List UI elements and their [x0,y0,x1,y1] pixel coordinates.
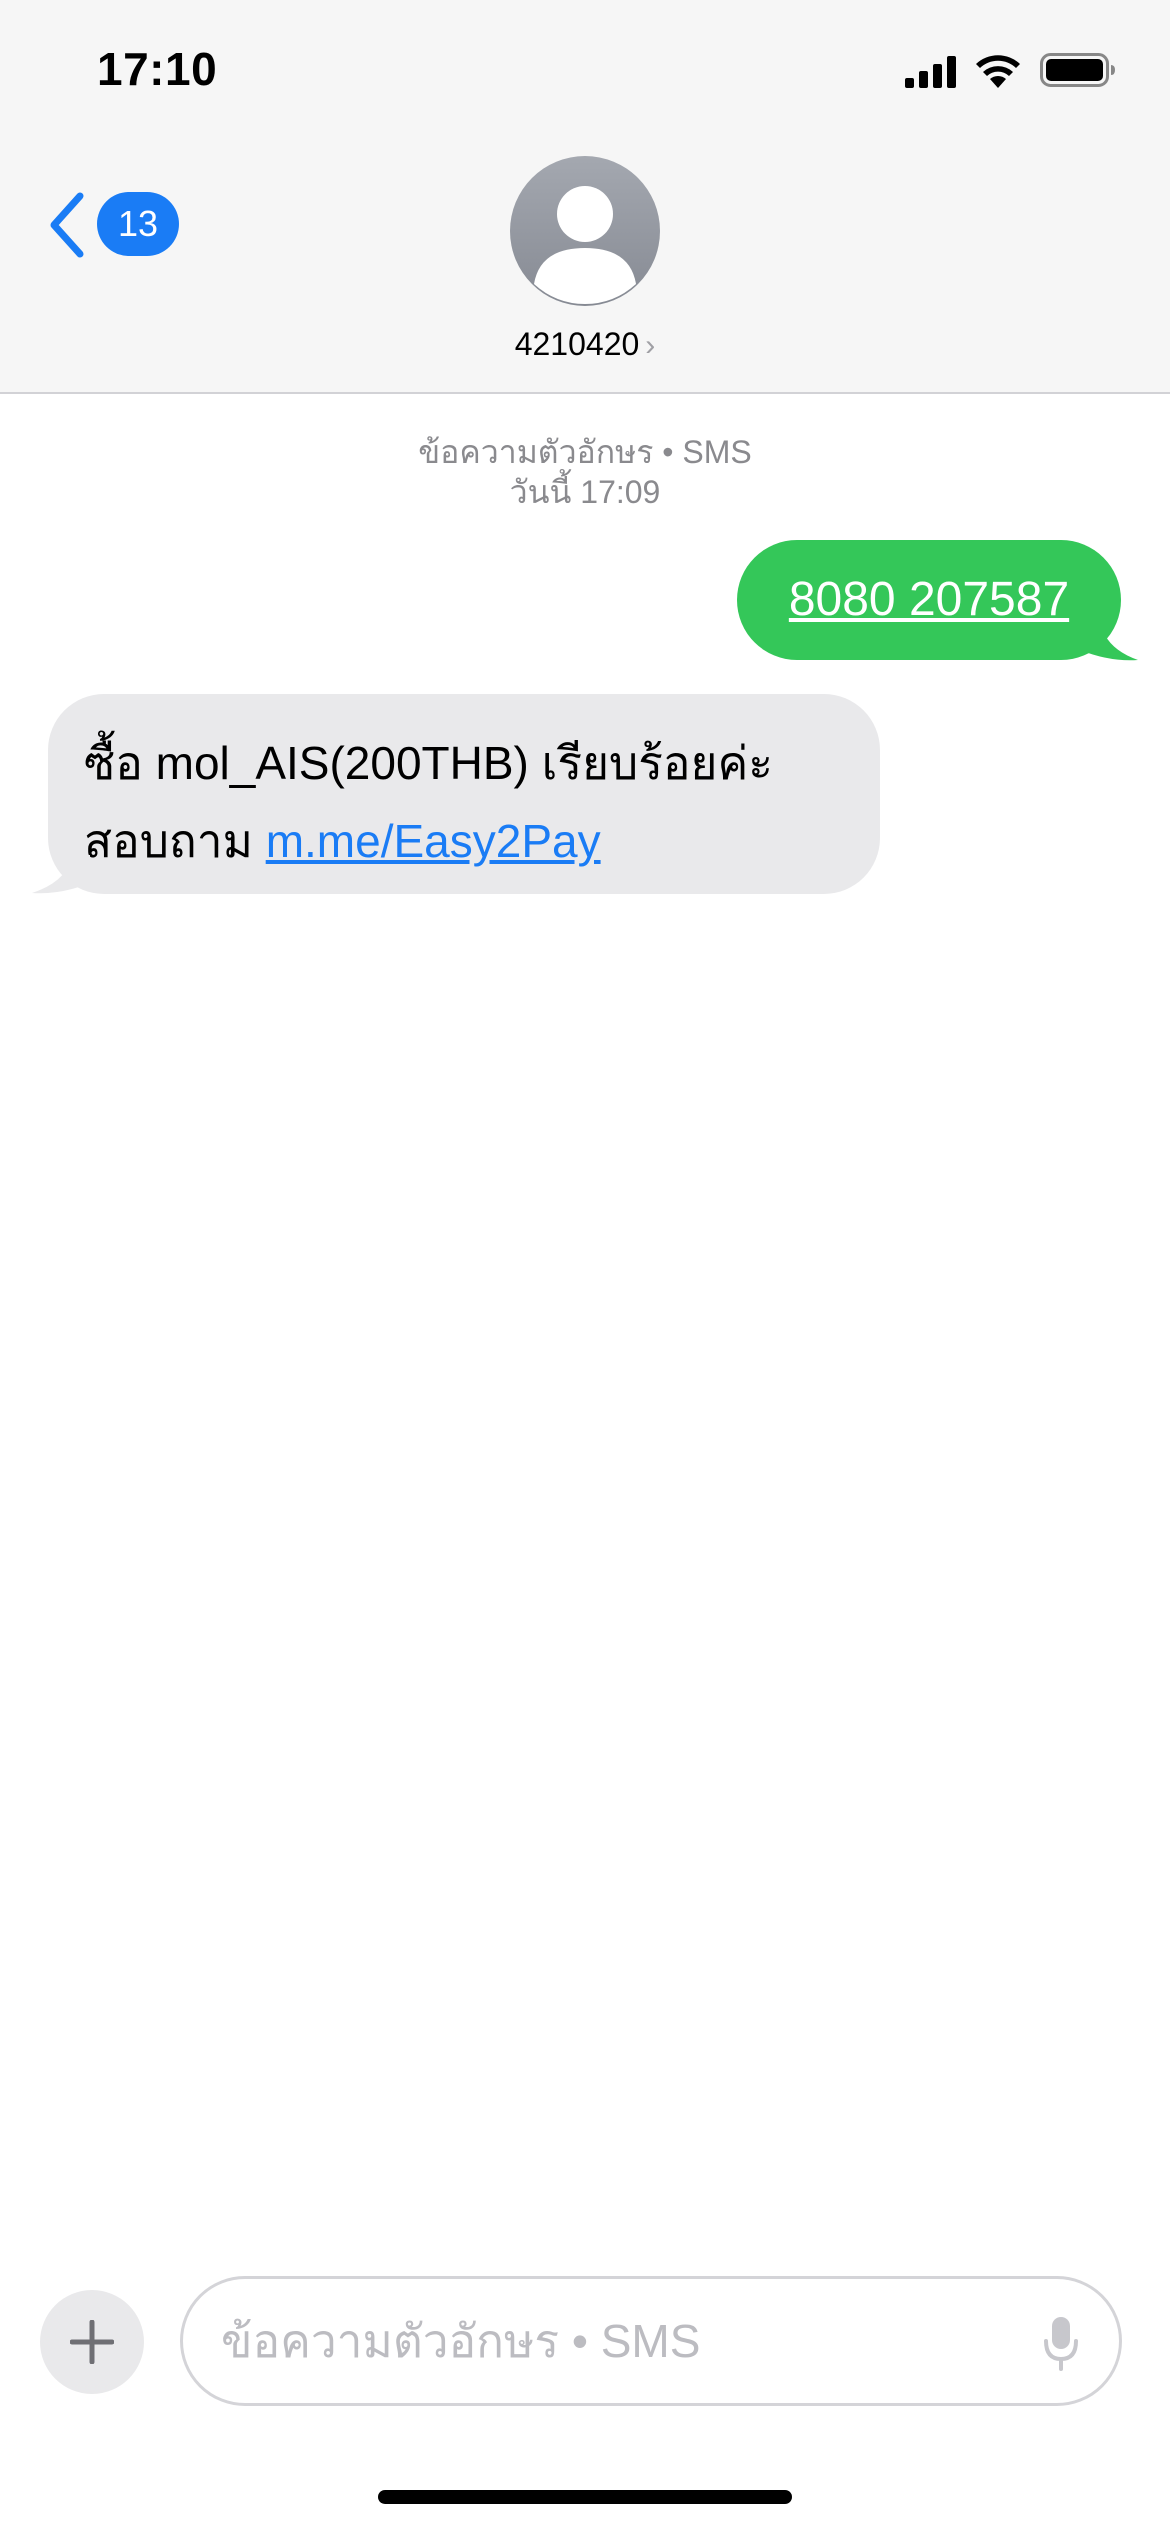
outgoing-bubble-tail [1080,620,1138,661]
plus-icon [70,2320,114,2364]
cellular-signal-icon [905,56,956,88]
message-input-placeholder: ข้อความตัวอักษร • SMS [221,2315,701,2367]
status-bar: 17:10 [0,0,1170,140]
back-unread-badge[interactable]: 13 [97,192,179,256]
contact-avatar[interactable] [510,156,660,306]
wifi-icon [976,55,1020,88]
battery-icon [1040,53,1115,87]
easy2pay-link[interactable]: m.me/Easy2Pay [266,815,601,867]
message-timestamp: วันนี้ 17:09 [509,474,661,510]
message-input[interactable]: ข้อความตัวอักษร • SMS [180,2276,1122,2406]
incoming-message-line1: ซื้อ mol_AIS(200THB) เรียบร้อยค่ะ [84,737,773,789]
conversation-header: 13 4210420 › [0,140,1170,394]
contact-name: 4210420 [514,326,640,362]
outgoing-message-bubble[interactable]: 8080 207587 [737,540,1121,660]
incoming-bubble-tail [32,855,90,894]
chevron-right-icon: › [645,329,656,362]
status-time: 17:10 [97,43,218,95]
outgoing-message-text[interactable]: 8080 207587 [789,573,1069,626]
message-service-label: ข้อความตัวอักษร • SMS [418,434,752,470]
microphone-icon[interactable] [1043,2315,1079,2371]
incoming-message-bubble[interactable]: ซื้อ mol_AIS(200THB) เรียบร้อยค่ะ สอบถาม… [48,694,880,894]
home-indicator[interactable] [378,2490,792,2504]
back-chevron-icon[interactable] [48,192,88,258]
person-silhouette-icon [534,186,636,304]
add-attachment-button[interactable] [40,2290,144,2394]
thread-meta: ข้อความตัวอักษร • SMS วันนี้ 17:09 [0,432,1170,512]
incoming-message-line2: สอบถาม m.me/Easy2Pay [84,815,601,867]
contact-name-button[interactable]: 4210420 › [0,326,1170,363]
